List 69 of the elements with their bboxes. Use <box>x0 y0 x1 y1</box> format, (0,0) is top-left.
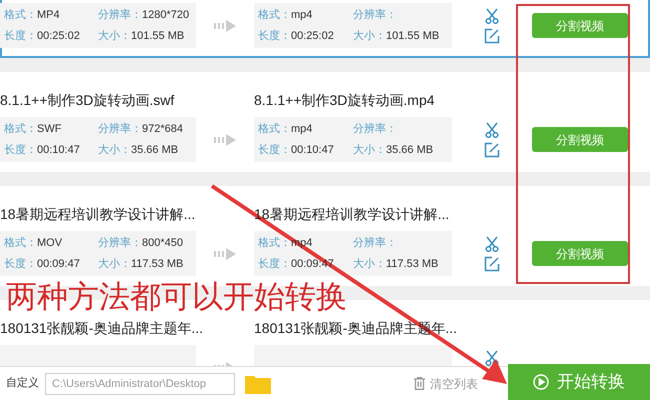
arrow-right-icon <box>214 20 236 32</box>
file-name: 8.1.1++制作3D旋转动画.swf <box>0 91 174 110</box>
field-value: 00:25:02 <box>291 28 334 44</box>
field-value: 00:25:02 <box>37 28 80 44</box>
field-label: 分辨率： <box>98 236 142 251</box>
field-label: 分辨率： <box>98 122 142 137</box>
field-label: 长度： <box>4 256 37 272</box>
scissors-icon[interactable] <box>485 122 499 138</box>
field-label: 长度： <box>4 28 37 44</box>
field-value: 117.53 MB <box>131 256 184 272</box>
field-value: 00:09:47 <box>37 256 80 272</box>
field-label: 格式： <box>258 8 291 23</box>
output-folder-label: 自定义 <box>6 376 39 392</box>
field-label: 格式： <box>4 122 37 137</box>
field-label: 长度： <box>258 142 291 158</box>
split-video-button[interactable]: 分割视频 <box>532 13 628 38</box>
field-label: 格式： <box>4 236 37 251</box>
field-value: 00:10:47 <box>291 142 334 158</box>
field-label: 大小： <box>98 256 131 272</box>
field-value: mp4 <box>291 122 312 137</box>
split-video-button[interactable]: 分割视频 <box>532 127 628 152</box>
field-label: 大小： <box>98 142 131 158</box>
file-name: 18暑期远程培训教学设计讲解... <box>254 205 450 224</box>
field-value: MP4 <box>37 8 60 23</box>
edit-icon[interactable] <box>484 142 500 158</box>
edit-icon[interactable] <box>484 256 500 272</box>
field-label: 长度： <box>4 142 37 158</box>
field-label: 长度： <box>258 28 291 44</box>
field-value: 35.66 MB <box>386 142 434 158</box>
clear-list-button[interactable]: 清空列表 <box>414 374 478 392</box>
scissors-icon[interactable] <box>485 350 499 366</box>
field-label: 格式： <box>4 8 37 23</box>
field-label: 格式： <box>258 122 291 137</box>
file-row[interactable]: 格式：MP4 分辨率：1280*720 长度：00:25:02 大小：101.55 MB 格式：mp4 分辨率： 长度：00:25:02 大小：101.55 MB 分割视频 <box>0 0 650 58</box>
field-label: 大小： <box>353 256 386 272</box>
file-name: 180131张靓颖-奥迪品牌主题年... <box>0 319 204 338</box>
field-label: 格式： <box>258 236 291 251</box>
field-label: 分辨率： <box>98 8 142 23</box>
split-video-button[interactable]: 分割视频 <box>532 241 628 266</box>
trash-icon <box>414 377 425 390</box>
field-value: 972*684 <box>142 122 183 137</box>
field-value: SWF <box>37 122 62 137</box>
field-label: 分辨率： <box>353 236 397 251</box>
field-value: mp4 <box>291 8 312 23</box>
start-convert-button[interactable]: 开始转换 <box>508 364 650 400</box>
file-name: 18暑期远程培训教学设计讲解... <box>0 205 196 224</box>
field-label: 分辨率： <box>353 122 397 137</box>
play-icon <box>533 374 549 390</box>
field-value: 00:10:47 <box>37 142 80 158</box>
output-path-field[interactable]: C:\Users\Administrator\Desktop <box>45 372 235 394</box>
field-value: 117.53 MB <box>386 256 438 272</box>
field-value: 1280*720 <box>142 8 190 23</box>
arrow-right-icon <box>214 248 236 260</box>
field-label: 大小： <box>98 28 131 44</box>
file-name: 8.1.1++制作3D旋转动画.mp4 <box>254 91 435 110</box>
field-label: 大小： <box>353 142 386 158</box>
field-value: 35.66 MB <box>131 142 178 158</box>
field-label: 分辨率： <box>353 8 397 23</box>
field-value: 101.55 MB <box>386 28 440 44</box>
scissors-icon[interactable] <box>485 236 499 252</box>
field-value: MOV <box>37 236 62 251</box>
field-label: 大小： <box>353 28 386 44</box>
field-label: 长度： <box>258 256 291 272</box>
field-value: 101.55 MB <box>131 28 184 44</box>
edit-icon[interactable] <box>484 28 500 44</box>
field-value: 800*450 <box>142 236 183 251</box>
file-row[interactable]: 8.1.1++制作3D旋转动画.swf 格式：SWF 分辨率：972*684 长度：00:10:47 大小：35.66 MB 8.1.1++制作3D旋转动画.mp4 格式：mp4 分辨率： 长度：00:10:47 大小：35.66 MB 分割视频 <box>0 72 650 172</box>
scissors-icon[interactable] <box>485 8 499 24</box>
arrow-right-icon <box>214 134 236 146</box>
